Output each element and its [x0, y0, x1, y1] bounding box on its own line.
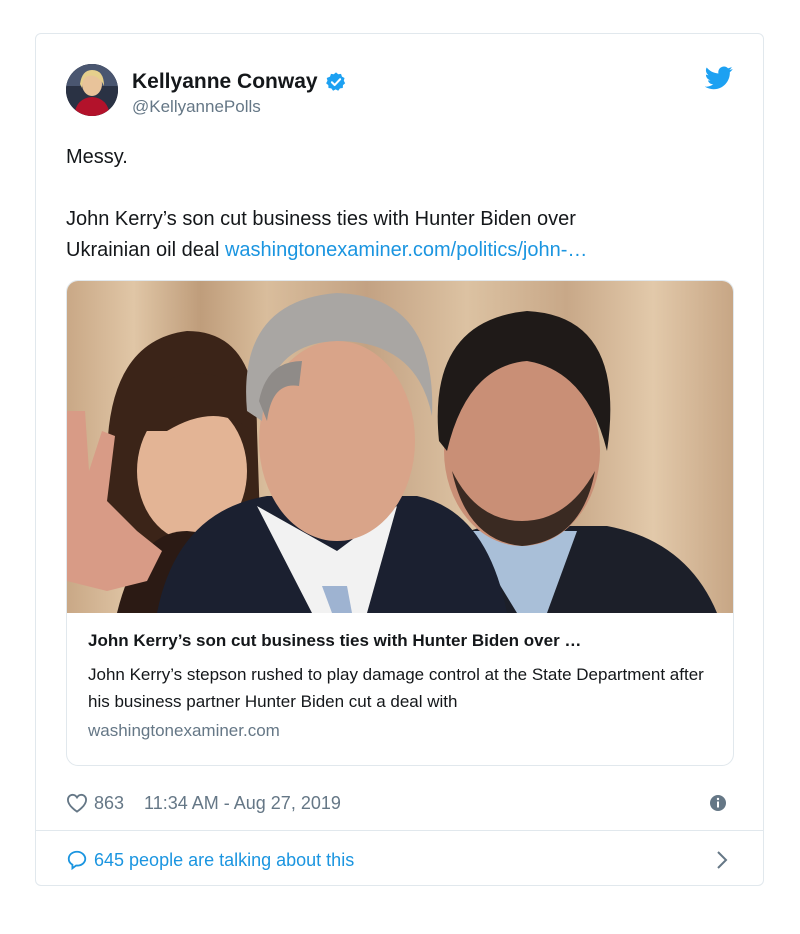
- tweet-text: Messy. John Kerry’s son cut business tie…: [66, 142, 733, 266]
- tweet-line-text: Ukrainian oil deal: [66, 239, 225, 261]
- link-preview-card[interactable]: John Kerry’s son cut business ties with …: [66, 280, 734, 766]
- avatar[interactable]: [66, 64, 118, 116]
- twitter-bird-icon[interactable]: [705, 66, 733, 90]
- preview-description: John Kerry’s stepson rushed to play dama…: [88, 665, 704, 711]
- info-icon[interactable]: [709, 794, 727, 812]
- preview-title[interactable]: John Kerry’s son cut business ties with …: [88, 631, 712, 651]
- heart-icon[interactable]: [66, 793, 88, 813]
- tweet-line: Ukrainian oil deal washingtonexaminer.co…: [66, 235, 733, 266]
- preview-domain: washingtonexaminer.com: [88, 721, 280, 740]
- author-handle[interactable]: @KellyannePolls: [132, 97, 261, 117]
- verified-badge-icon: [325, 72, 345, 91]
- divider: [36, 830, 763, 831]
- talking-count[interactable]: 645 people are talking about this: [94, 850, 354, 871]
- tweet-line: John Kerry’s son cut business ties with …: [66, 208, 576, 230]
- chevron-right-icon[interactable]: [715, 850, 729, 870]
- tweet-embed: Kellyanne Conway @KellyannePolls Messy. …: [35, 33, 764, 886]
- speech-bubble-icon: [67, 850, 87, 871]
- like-count[interactable]: 863: [94, 793, 124, 814]
- preview-body: John Kerry’s son cut business ties with …: [88, 631, 712, 741]
- article-image[interactable]: [67, 281, 733, 613]
- article-link[interactable]: washingtonexaminer.com/politics/john-…: [225, 239, 587, 261]
- tweet-header: Kellyanne Conway @KellyannePolls: [66, 64, 733, 120]
- tweet-timestamp[interactable]: 11:34 AM - Aug 27, 2019: [144, 793, 341, 814]
- author-name[interactable]: Kellyanne Conway: [132, 70, 347, 94]
- conversation-link[interactable]: 645 people are talking about this: [66, 846, 733, 874]
- author-display-name[interactable]: Kellyanne Conway: [132, 70, 318, 94]
- tweet-line: Messy.: [66, 146, 128, 168]
- tweet-meta: 863 11:34 AM - Aug 27, 2019: [66, 790, 733, 816]
